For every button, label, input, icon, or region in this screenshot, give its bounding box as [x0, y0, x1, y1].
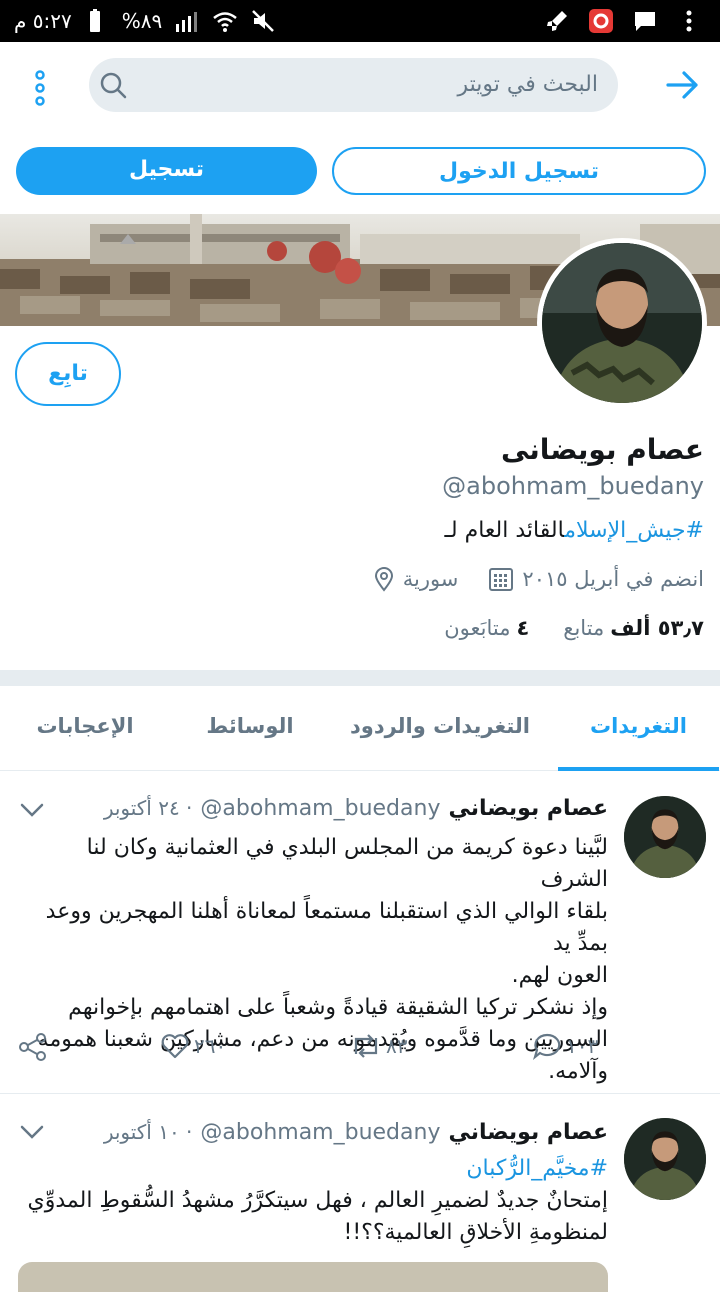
login-button[interactable]: تسجيل الدخول: [332, 147, 706, 195]
section-divider: [0, 670, 720, 686]
tweet-author-name[interactable]: عصام بويضاني: [448, 1120, 608, 1145]
signup-button[interactable]: تسجيل: [16, 147, 317, 195]
tweet-line: إمتحانٌ جديدٌ لضميرِ العالم ، فهل سيتكرَ…: [27, 1188, 608, 1213]
share-button[interactable]: [18, 1032, 48, 1062]
wifi-icon: [213, 12, 238, 32]
share-icon: [19, 1033, 46, 1061]
chevron-down-icon[interactable]: [18, 1122, 46, 1142]
profile-name: عصام بويضانى: [500, 433, 704, 466]
calendar-icon: [489, 568, 514, 591]
bio-hashtag-link[interactable]: #جيش_الإسلام: [564, 518, 704, 543]
tweet-line: لبَّينا دعوة كريمة من المجلس البلدي في ا…: [86, 835, 608, 892]
tweet-author-name[interactable]: عصام بويضاني: [448, 796, 608, 821]
follow-button[interactable]: تابِع: [15, 342, 121, 406]
status-bar: ٥:٢٧ م %٨٩: [0, 0, 720, 42]
tweet-hashtag-link[interactable]: #مخيَّم_الرُّكبان: [18, 1153, 608, 1185]
status-battery: %٨٩: [121, 9, 163, 33]
like-button[interactable]: ٢٦٠: [160, 1032, 226, 1060]
message-icon: [635, 12, 655, 31]
tweet-divider: [0, 1093, 720, 1094]
active-tab-indicator: [558, 767, 719, 771]
followers-label[interactable]: متابع: [563, 616, 604, 640]
reply-count: ١٠٣: [566, 1034, 599, 1058]
profile-avatar[interactable]: [537, 238, 707, 408]
profile-meta: انضم في أبريل ٢٠١٥ سورية: [373, 566, 704, 592]
tweet-author-handle[interactable]: @abohmam_buedany: [200, 796, 440, 821]
tweet-text: #مخيَّم_الرُّكبان إمتحانٌ جديدٌ لضميرِ ا…: [18, 1153, 608, 1249]
tweet-actions: ١٠٣ ٨٣ ٢٦٠: [0, 1032, 720, 1072]
heart-icon: [161, 1034, 189, 1059]
more-notifications-icon: [686, 10, 692, 32]
overflow-menu-icon[interactable]: [28, 70, 52, 106]
like-count: ٢٦٠: [194, 1034, 227, 1058]
tweet-author-handle[interactable]: @abohmam_buedany: [200, 1120, 440, 1145]
tweet-date[interactable]: · ٢٤ أكتوبر: [104, 796, 193, 820]
tab-tweets-replies[interactable]: التغريدات والردود: [340, 686, 540, 770]
reply-icon: [532, 1033, 561, 1060]
tweet-avatar-image: [624, 796, 706, 878]
bio-text: القائد العام لـ: [444, 518, 565, 543]
tab-tweets[interactable]: التغريدات: [558, 686, 719, 770]
location-pin-icon: [374, 567, 393, 592]
status-left: ٥:٢٧ م %٨٩: [14, 0, 276, 42]
tweet-line: العون لهم.: [511, 963, 608, 988]
back-arrow-icon[interactable]: [664, 68, 700, 102]
battery-icon: [89, 9, 100, 32]
rocket-icon: [547, 11, 567, 31]
tweet-header: عصام بويضاني @abohmam_buedany · ٢٤ أكتوب…: [104, 796, 608, 821]
tweet-line: لمنظومةِ الأخلاقِ العالمية؟؟!!: [343, 1220, 608, 1245]
tweet-date[interactable]: · ١٠ أكتوبر: [104, 1120, 193, 1144]
retweet-button[interactable]: ٨٣: [350, 1032, 407, 1060]
chevron-down-icon[interactable]: [18, 800, 46, 820]
profile-tabs: التغريدات التغريدات والردود الوسائط الإع…: [0, 686, 720, 771]
tweet-avatar[interactable]: [624, 796, 706, 878]
following-count[interactable]: ٤: [516, 616, 529, 640]
followers-count[interactable]: ٥٣٫٧ ألف: [610, 616, 704, 640]
tweet-avatar[interactable]: [624, 1118, 706, 1200]
search-icon: [100, 72, 127, 99]
following-label[interactable]: متابَعون: [444, 616, 510, 640]
search-placeholder: البحث في تويتر: [457, 72, 599, 97]
reply-button[interactable]: ١٠٣: [532, 1032, 598, 1060]
retweet-count: ٨٣: [386, 1034, 408, 1058]
tweet-line: بلقاء الوالي الذي استقبلنا مستمعاً لمعان…: [45, 899, 608, 956]
tab-media[interactable]: الوسائط: [180, 686, 320, 770]
profile-bio: #جيش_الإسلامالقائد العام لـ: [444, 518, 704, 543]
profile-avatar-image: [542, 243, 702, 403]
app-notification-icon: [589, 9, 613, 33]
status-time: ٥:٢٧ م: [14, 9, 72, 33]
profile-handle: @abohmam_buedany: [442, 472, 704, 500]
mute-icon: [252, 10, 275, 32]
status-right: [544, 0, 702, 42]
profile-location: سورية: [402, 567, 459, 591]
tweet-avatar-image: [624, 1118, 706, 1200]
search-input[interactable]: البحث في تويتر: [89, 58, 618, 112]
signal-icon: [176, 12, 198, 32]
retweet-icon: [354, 1034, 378, 1058]
tweet-media-image[interactable]: [18, 1262, 608, 1292]
tab-likes[interactable]: الإعجابات: [15, 686, 155, 770]
tweet-header: عصام بويضاني @abohmam_buedany · ١٠ أكتوب…: [104, 1120, 608, 1145]
joined-date: انضم في أبريل ٢٠١٥: [522, 567, 704, 591]
tweet-line: وإذ نشكر تركيا الشقيقة قيادةً وشعباً على…: [68, 995, 608, 1020]
profile-stats: متابَعون ٤ متابع ٥٣٫٧ ألف: [444, 616, 704, 640]
